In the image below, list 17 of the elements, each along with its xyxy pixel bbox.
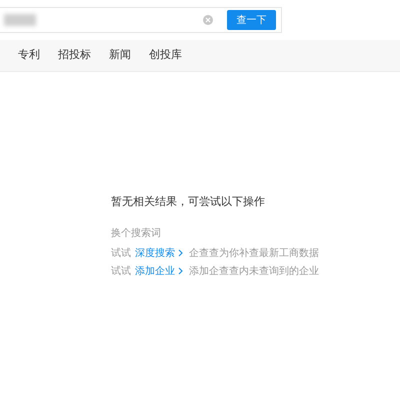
chevron-icon[interactable] xyxy=(178,249,183,257)
suggestion-link[interactable]: 深度搜索 xyxy=(135,246,175,260)
suggestion-text: 添加企查查内未查询到的企业 xyxy=(189,264,319,278)
search-field[interactable]: 查一下 xyxy=(0,7,282,33)
chevron-icon[interactable] xyxy=(178,267,183,275)
suggestion-link[interactable]: 添加企业 xyxy=(135,264,175,278)
search-button[interactable]: 查一下 xyxy=(227,10,276,30)
nav-tab[interactable]: 新闻 xyxy=(109,47,131,64)
empty-message: 暂无相关结果，可尝试以下操作 xyxy=(111,194,266,210)
suggestion-text: 企查查为你补查最新工商数据 xyxy=(189,246,319,260)
nav-tab[interactable]: 专利 xyxy=(18,47,40,64)
try-label: 试试 xyxy=(111,264,131,278)
hint-text: 换个搜索词 xyxy=(111,226,162,241)
nav-tab[interactable]: 创投库 xyxy=(149,47,182,64)
blurred-text xyxy=(4,14,36,26)
try-label: 试试 xyxy=(111,246,131,260)
nav-tab[interactable]: 招投标 xyxy=(58,47,91,64)
